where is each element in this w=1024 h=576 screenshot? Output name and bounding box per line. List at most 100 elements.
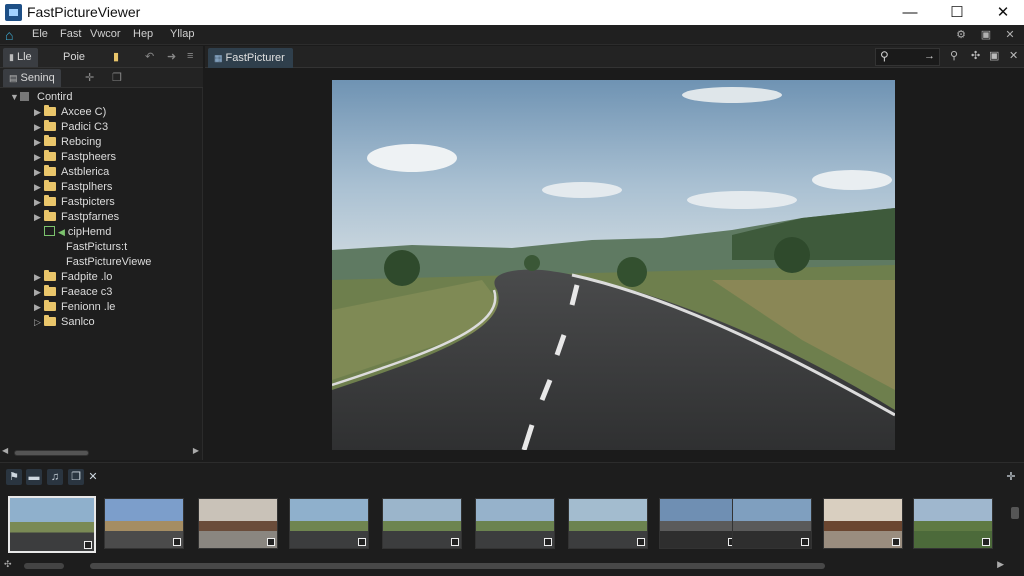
chevron-right-icon[interactable]: ▶ bbox=[34, 300, 44, 315]
chevron-right-icon[interactable]: ▶ bbox=[34, 195, 44, 210]
search-input[interactable]: ⚲ → bbox=[875, 48, 940, 66]
tree-item-label: Faeace c3 bbox=[61, 286, 113, 298]
add-icon[interactable]: ✛ bbox=[85, 71, 94, 84]
thumbnail-badge-icon bbox=[267, 538, 275, 546]
tree-item[interactable]: ▷ Sanlco bbox=[34, 315, 95, 330]
thumbnail-item[interactable] bbox=[198, 498, 278, 549]
scroll-left-icon[interactable]: ✣ bbox=[4, 559, 12, 570]
copy-icon[interactable]: ❐ bbox=[112, 71, 122, 84]
tree-item[interactable]: ▶ Fastpfarnes bbox=[34, 210, 119, 225]
title-bar: FastPictureViewer — ☐ ✕ bbox=[0, 0, 1024, 25]
folder-icon[interactable]: ▬ bbox=[26, 469, 42, 485]
close-tab-icon[interactable]: ✕ bbox=[1009, 49, 1018, 62]
thumbnail-item[interactable] bbox=[823, 498, 903, 549]
scrollbar-thumb[interactable] bbox=[90, 563, 825, 569]
folder-icon bbox=[44, 285, 56, 296]
menu-item-view[interactable]: Vwcor bbox=[90, 28, 121, 40]
viewer-tab[interactable]: ▦ FastPicturer bbox=[208, 48, 293, 68]
tab-settings[interactable]: ▤ Seninq bbox=[3, 69, 61, 87]
viewer-tab-label: FastPicturer bbox=[225, 52, 285, 64]
scrollbar-thumb-left[interactable] bbox=[24, 563, 64, 569]
layout-icon[interactable]: ▣ bbox=[979, 28, 993, 41]
menu-icon[interactable]: ≡ bbox=[187, 50, 193, 62]
thumbnail-vertical-scrollbar[interactable] bbox=[1010, 493, 1020, 555]
tree-item[interactable]: ▶ Fenionn .le bbox=[34, 300, 115, 315]
tree-item[interactable]: ▶ Fastpheers bbox=[34, 150, 116, 165]
tree-root[interactable]: ▼ Contird bbox=[10, 90, 72, 105]
tree-item[interactable]: ▶ Rebcing bbox=[34, 135, 101, 150]
pin-icon[interactable]: ⚲ bbox=[950, 49, 958, 62]
tab-files-label: Lle bbox=[16, 51, 32, 63]
move-icon[interactable]: ✣ bbox=[971, 49, 980, 62]
tree-item[interactable]: ▶ Faeace c3 bbox=[34, 285, 112, 300]
chevron-right-icon[interactable]: ▶ bbox=[34, 210, 44, 225]
chevron-right-icon[interactable]: ▶ bbox=[34, 135, 44, 150]
scroll-left-icon[interactable]: ◀ bbox=[2, 446, 8, 455]
thumbnail-item[interactable] bbox=[382, 498, 462, 549]
scrollbar-thumb[interactable] bbox=[14, 450, 89, 456]
tab-places[interactable]: Poie bbox=[57, 48, 91, 67]
panel-subbar: ▤ Seninq ✛ ❐ bbox=[0, 68, 203, 88]
tree-horizontal-scrollbar[interactable]: ◀ ▶ bbox=[2, 446, 199, 457]
tree-item[interactable]: FastPictureViewe bbox=[66, 255, 151, 270]
back-icon[interactable]: ↶ bbox=[145, 50, 154, 63]
thumbnail-item[interactable] bbox=[289, 498, 369, 549]
scroll-right-icon[interactable]: ▶ bbox=[997, 559, 1004, 570]
window-icon[interactable]: ❐ bbox=[68, 469, 84, 485]
main-photo[interactable] bbox=[332, 80, 895, 450]
thumbnail-toolbar: ⚑ ▬ ♫ ❐ ✕ ✛ bbox=[0, 465, 1024, 487]
tree-item[interactable]: ▶ Axcee C) bbox=[34, 105, 106, 120]
tree-item-label: Fastpicters bbox=[61, 196, 115, 208]
thumbnail-item[interactable] bbox=[913, 498, 993, 549]
thumbnail-item[interactable] bbox=[659, 498, 739, 549]
bottom-scrollbar[interactable]: ✣ ▶ bbox=[0, 559, 1024, 573]
thumbnail-item[interactable] bbox=[104, 498, 184, 549]
chevron-down-icon[interactable]: ▼ bbox=[10, 90, 20, 105]
home-icon[interactable]: ⌂ bbox=[5, 27, 21, 43]
menu-item-edit[interactable]: Fast bbox=[60, 28, 81, 40]
tree-item[interactable]: ▶ Fastplhers bbox=[34, 180, 112, 195]
chevron-right-icon[interactable]: ▷ bbox=[34, 315, 44, 330]
thumbnail-item[interactable] bbox=[732, 498, 812, 549]
chevron-right-icon[interactable]: ▶ bbox=[34, 180, 44, 195]
settings-icon[interactable]: ⚙ bbox=[954, 28, 968, 41]
chevron-right-icon[interactable]: ▶ bbox=[34, 165, 44, 180]
menu-item-file[interactable]: Ele bbox=[32, 28, 48, 40]
chevron-right-icon[interactable]: ▶ bbox=[34, 270, 44, 285]
close-panel-icon[interactable]: ✕ bbox=[1003, 28, 1017, 41]
filter-icon[interactable]: ⚑ bbox=[6, 469, 22, 485]
thumbnail-item[interactable] bbox=[568, 498, 648, 549]
tree-item[interactable]: ▶ Astblerica bbox=[34, 165, 109, 180]
tree-item[interactable]: ▶ Fastpicters bbox=[34, 195, 115, 210]
scrollbar-thumb[interactable] bbox=[1011, 507, 1019, 519]
tree-item[interactable]: ▶ Padici C3 bbox=[34, 120, 108, 135]
window-title: FastPictureViewer bbox=[27, 4, 141, 20]
thumbnail-item[interactable] bbox=[475, 498, 555, 549]
menu-item-extra[interactable]: Yllap bbox=[170, 28, 194, 40]
chevron-right-icon[interactable]: ▶ bbox=[34, 285, 44, 300]
green-arrow-icon: ◀ bbox=[58, 227, 65, 237]
close-icon[interactable]: ✕ bbox=[85, 469, 101, 485]
thumbnail-item[interactable] bbox=[8, 496, 96, 553]
add-icon[interactable]: ✛ bbox=[1003, 469, 1019, 485]
tree-item[interactable]: ◀ cipHemd bbox=[44, 225, 111, 240]
forward-icon[interactable]: ➜ bbox=[167, 50, 176, 63]
scroll-right-icon[interactable]: ▶ bbox=[193, 446, 199, 455]
maximize-button[interactable]: ☐ bbox=[937, 2, 977, 23]
tree-item[interactable]: FastPicturs:t bbox=[66, 240, 127, 255]
menu-item-help[interactable]: Hep bbox=[133, 28, 153, 40]
close-button[interactable]: ✕ bbox=[983, 2, 1023, 23]
folder-open-icon[interactable]: ▮ bbox=[113, 50, 119, 63]
chevron-right-icon[interactable]: ▶ bbox=[34, 105, 44, 120]
window-icon[interactable]: ▣ bbox=[989, 49, 999, 62]
search-go-icon[interactable]: → bbox=[924, 50, 935, 62]
viewer-tab-bar: ▦ FastPicturer ⚲ → ⚲ ✣ ▣ ✕ bbox=[205, 46, 1024, 68]
chevron-right-icon[interactable]: ▶ bbox=[34, 150, 44, 165]
tab-files[interactable]: ▮ Lle bbox=[3, 48, 38, 67]
tree-item[interactable]: ▶ Fadpite .lo bbox=[34, 270, 112, 285]
panel-tabs: ▮ Lle Poie ▮ ↶ ➜ ≡ bbox=[0, 46, 203, 68]
minimize-button[interactable]: — bbox=[890, 2, 930, 23]
chevron-right-icon[interactable]: ▶ bbox=[34, 120, 44, 135]
music-icon[interactable]: ♫ bbox=[47, 469, 63, 485]
tree-item-label: Rebcing bbox=[61, 136, 102, 148]
